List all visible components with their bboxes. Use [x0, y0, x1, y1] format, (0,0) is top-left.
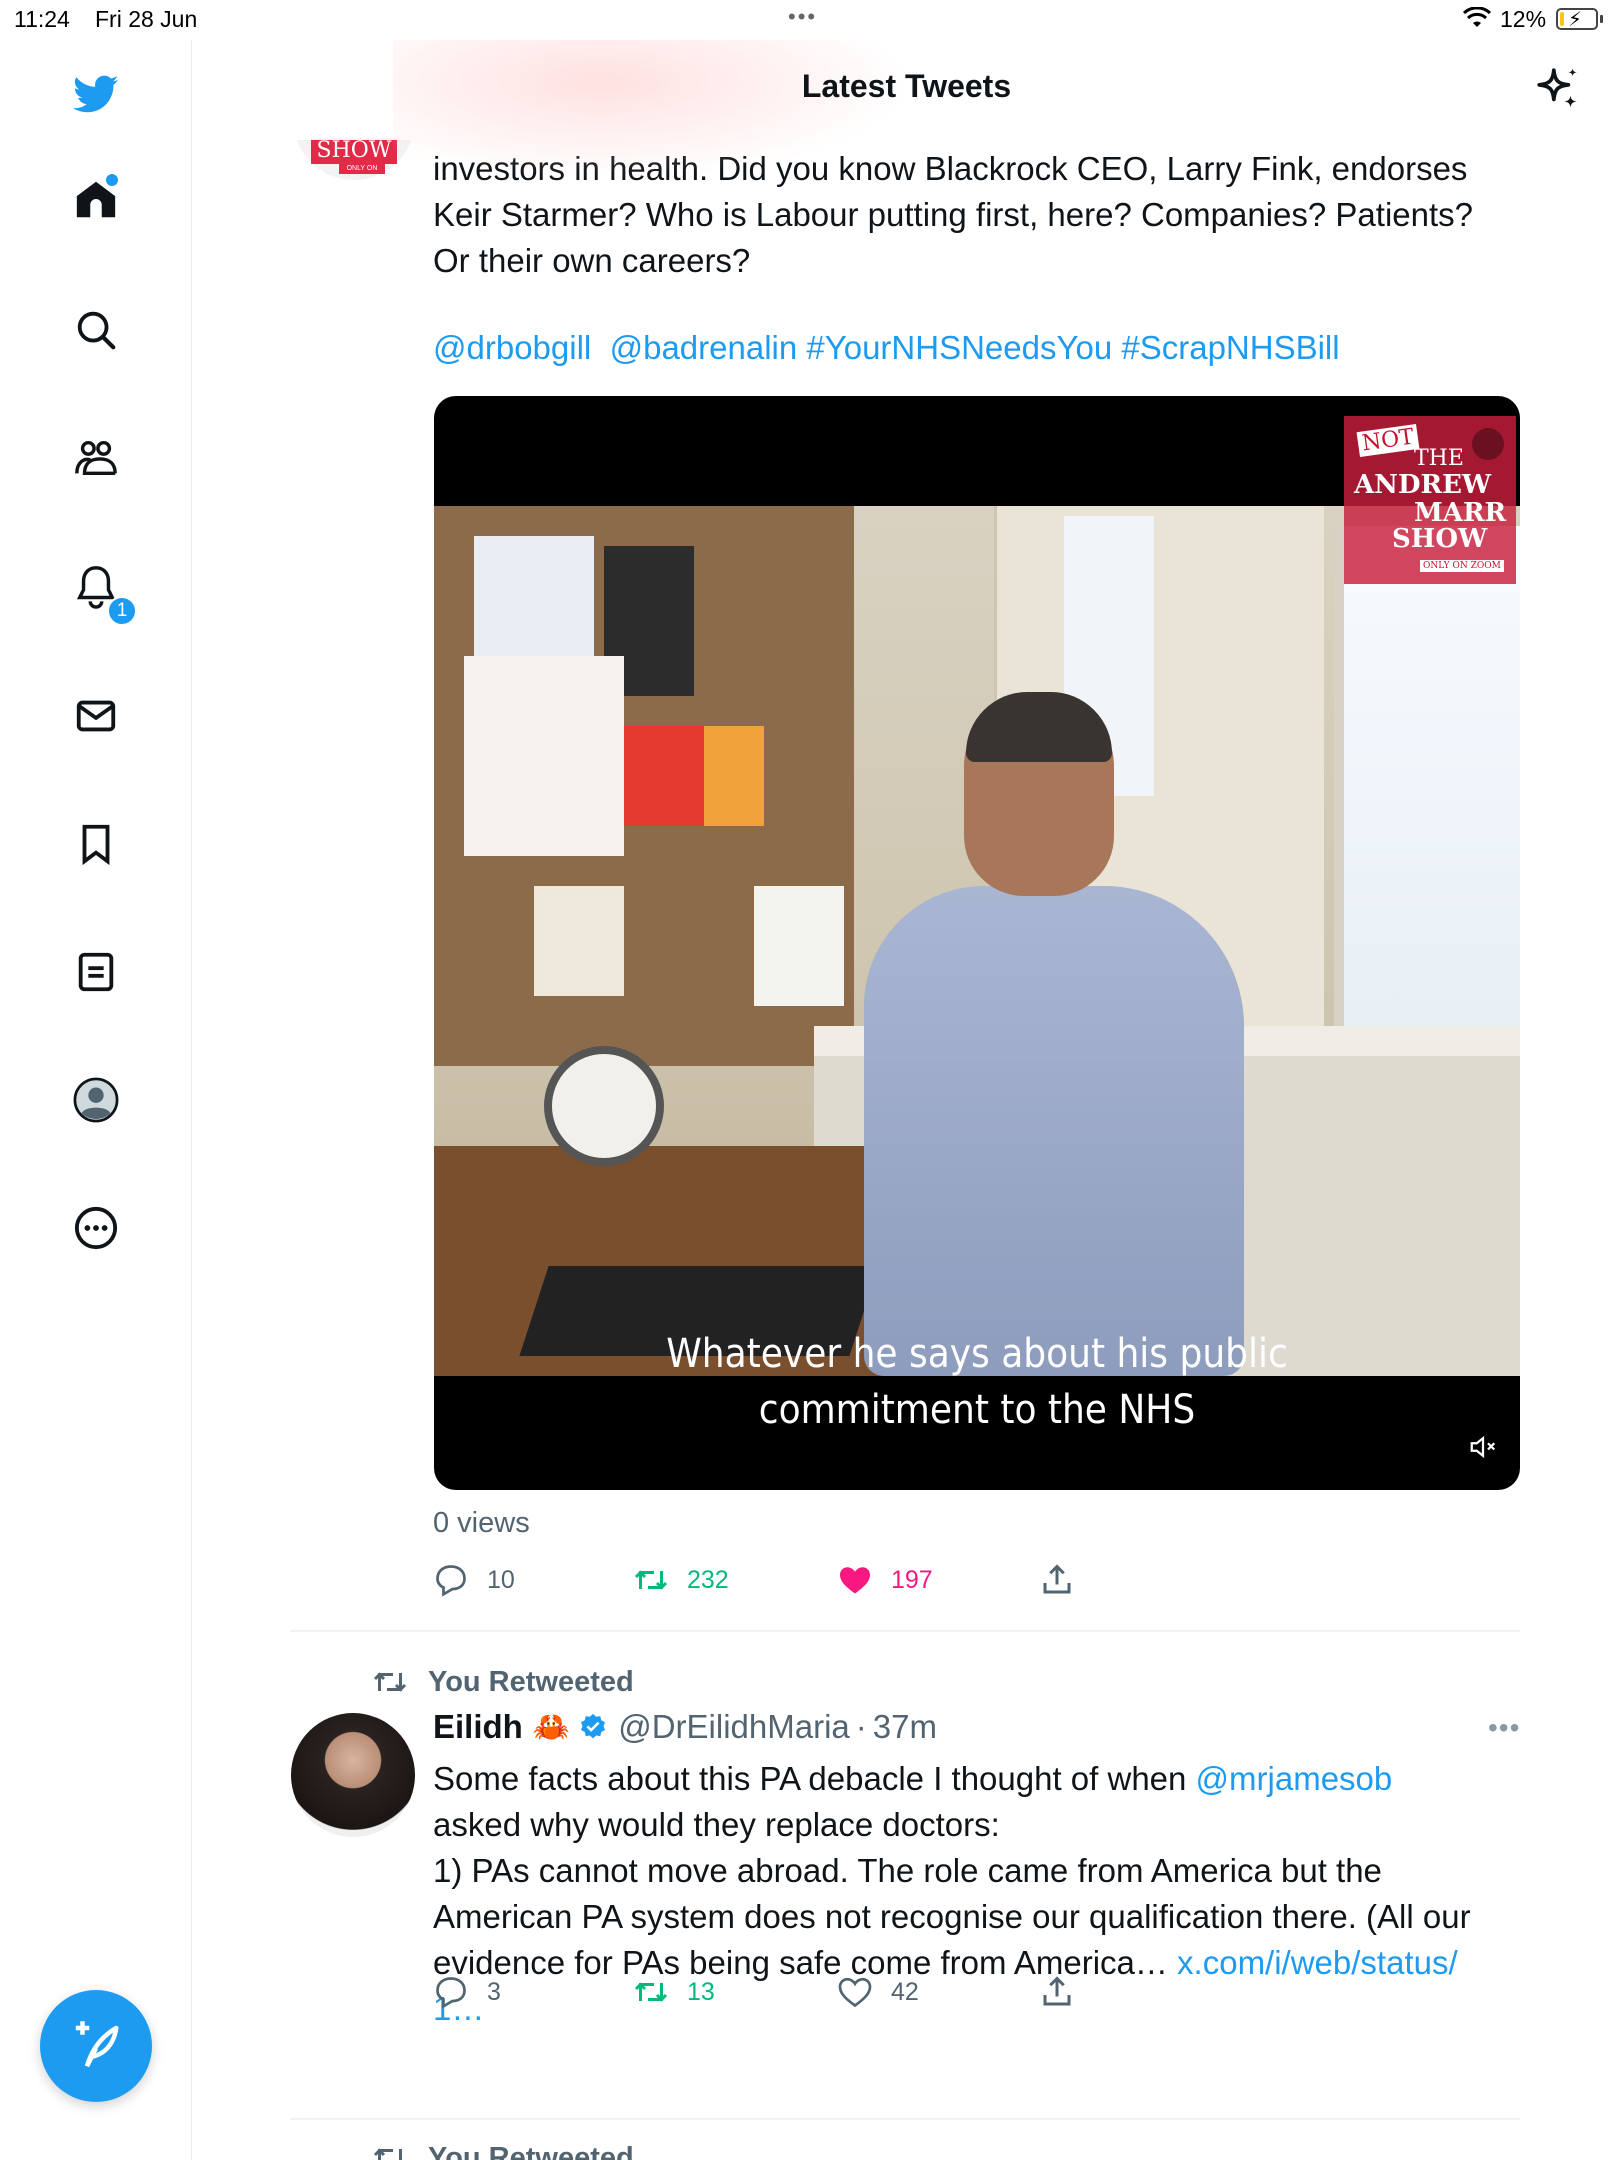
video-frame: [434, 506, 1520, 1376]
nav-messages[interactable]: [70, 690, 122, 742]
nav-bookmarks[interactable]: [70, 818, 122, 870]
status-time: 11:24: [14, 6, 70, 32]
tweet-divider: [290, 2118, 1520, 2120]
tweet2-actions: 3 13 42: [433, 1974, 1113, 2014]
hashtag-link[interactable]: #ScrapNHSBill: [1121, 329, 1339, 366]
like-button[interactable]: 42: [837, 1974, 919, 2010]
search-icon: [77, 311, 116, 350]
tweet1-video[interactable]: NOT THE ANDREW MARR SHOW ONLY ON ZOOM Wh…: [434, 396, 1520, 1490]
video-caption: Whatever he says about his public commit…: [666, 1331, 1288, 1433]
retweet-icon: [634, 1982, 668, 2002]
tweet2-user-line: Eilidh 🦀 @DrEilidhMaria · 37m: [433, 1708, 937, 1746]
nav-more[interactable]: [70, 1202, 122, 1254]
tweet-more-icon[interactable]: •••: [1488, 1712, 1520, 1744]
tweet1-actions: 10 232 197: [433, 1562, 1113, 1602]
list-icon: [78, 952, 114, 992]
mail-icon: [76, 700, 116, 732]
multitasking-dots[interactable]: •••: [788, 4, 817, 30]
verified-badge-icon: [581, 1713, 606, 1739]
retweet-button[interactable]: 232: [633, 1562, 729, 1598]
sidebar: 1: [0, 40, 192, 2160]
crab-emoji: 🦀: [532, 1710, 571, 1744]
share-button[interactable]: [1039, 1974, 1093, 2010]
wifi-icon: [1462, 7, 1492, 27]
compose-tweet-icon: [75, 2021, 119, 2068]
battery-percent: 12%: [1500, 6, 1547, 32]
mention-link[interactable]: @drbobgill: [433, 329, 591, 366]
mention-link[interactable]: @badrenalin: [610, 329, 798, 366]
people-icon: [75, 440, 117, 476]
retweet-icon: [634, 1570, 668, 1590]
share-icon: [1043, 1976, 1071, 2006]
retweet-button[interactable]: 13: [633, 1974, 715, 2010]
nav-communities[interactable]: [70, 432, 122, 484]
retweet-icon: [373, 1672, 407, 1692]
retweet-icon: [373, 2148, 404, 2160]
page-title: Latest Tweets: [801, 68, 1012, 104]
nav-lists[interactable]: [70, 946, 122, 998]
status-date: Fri 28 Jun: [95, 6, 198, 32]
hashtag-link[interactable]: #YourNHSNeedsYou: [806, 329, 1112, 366]
avatar-icon: [73, 1077, 119, 1123]
reply-icon: [436, 1977, 466, 2009]
timeline-header: Latest Tweets: [193, 40, 1620, 180]
reply-button[interactable]: 10: [433, 1562, 515, 1598]
muted-speaker-icon[interactable]: [1466, 1432, 1500, 1462]
heart-filled-icon: [840, 1567, 870, 1594]
more-icon: [74, 1206, 118, 1250]
author-name[interactable]: Eilidh: [433, 1708, 523, 1746]
retweeted-label: You Retweeted: [372, 1664, 634, 1700]
tweet-time[interactable]: 37m: [873, 1708, 937, 1746]
twitter-logo-icon[interactable]: [70, 68, 122, 120]
bookmark-icon: [82, 824, 110, 866]
nav-profile[interactable]: [70, 1074, 122, 1126]
notification-badge: 1: [107, 596, 137, 626]
share-button[interactable]: [1039, 1562, 1093, 1598]
like-button[interactable]: 197: [837, 1562, 933, 1598]
author-handle[interactable]: @DrEilidhMaria: [618, 1708, 850, 1746]
show-logo: NOT THE ANDREW MARR SHOW ONLY ON ZOOM: [1344, 416, 1516, 584]
status-link[interactable]: x.com/i/web/status/: [1177, 1944, 1458, 1981]
tweet1-views: 0 views: [433, 1507, 530, 1539]
compose-tweet-button[interactable]: [40, 1990, 152, 2102]
status-bar: 11:24 Fri 28 Jun ••• 12% ⚡: [0, 0, 1620, 40]
mention-link[interactable]: @mrjamesob: [1196, 1760, 1393, 1797]
share-icon: [1043, 1564, 1071, 1594]
tweet-divider: [290, 1630, 1520, 1632]
nav-explore[interactable]: [70, 304, 122, 356]
battery-icon: ⚡: [1556, 8, 1598, 31]
retweeted-label: You Retweeted: [372, 2140, 634, 2160]
reply-icon: [436, 1565, 466, 1597]
reply-button[interactable]: 3: [433, 1974, 501, 2010]
heart-outline-icon: [838, 1977, 872, 2008]
tweet2-avatar[interactable]: [291, 1713, 415, 1837]
sparkle-icon[interactable]: [1533, 64, 1583, 114]
home-unread-dot: [106, 174, 118, 186]
subtitles-icon[interactable]: [1472, 428, 1504, 460]
tweet1-tags: @drbobgill @badrenalin #YourNHSNeedsYou …: [433, 329, 1340, 367]
